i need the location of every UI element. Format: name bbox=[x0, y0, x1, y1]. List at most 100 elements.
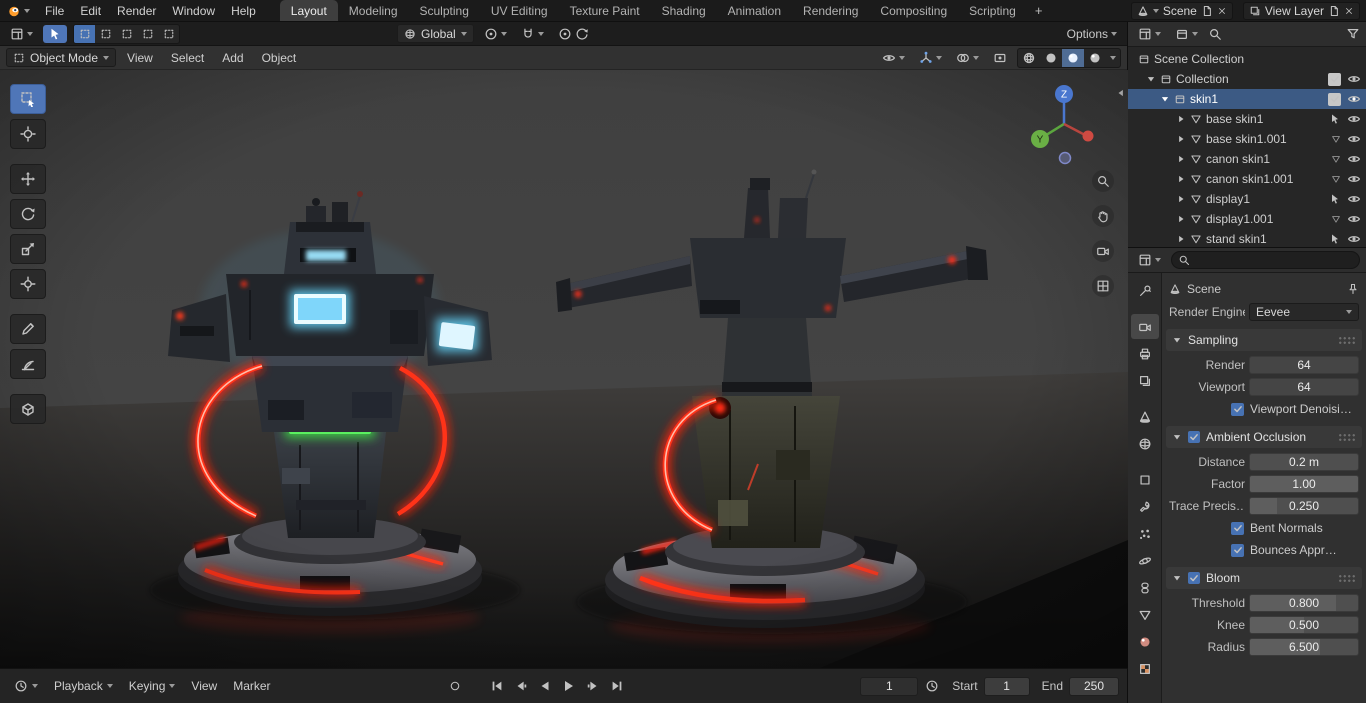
menu-help[interactable]: Help bbox=[223, 0, 264, 21]
pan-button[interactable] bbox=[1092, 205, 1114, 227]
shading-solid-button[interactable] bbox=[1040, 49, 1062, 67]
selectable-cursor-icon[interactable] bbox=[1329, 233, 1341, 245]
shading-rendered-button[interactable] bbox=[1084, 49, 1106, 67]
viewport-canvas[interactable]: Z Y bbox=[0, 70, 1128, 668]
render-engine-dropdown[interactable]: Eevee bbox=[1249, 303, 1359, 321]
tool-measure[interactable] bbox=[10, 349, 46, 379]
add-workspace-button[interactable]: + bbox=[1027, 0, 1051, 21]
properties-search-field[interactable] bbox=[1171, 251, 1360, 269]
samples-render-field[interactable]: 64 bbox=[1249, 356, 1359, 374]
disclosure-open-icon[interactable] bbox=[1160, 94, 1170, 104]
bloom-radius-slider[interactable]: 6.500 bbox=[1249, 638, 1359, 656]
tab-physics[interactable] bbox=[1131, 548, 1159, 573]
blender-menu-button[interactable] bbox=[0, 0, 37, 21]
ao-enable-checkbox[interactable] bbox=[1188, 431, 1200, 443]
tool-add-cube[interactable] bbox=[10, 394, 46, 424]
viewport-menu-add[interactable]: Add bbox=[215, 51, 250, 65]
menu-render[interactable]: Render bbox=[109, 0, 164, 21]
bounces-approx-checkbox[interactable] bbox=[1231, 543, 1244, 557]
bloom-knee-slider[interactable]: 0.500 bbox=[1249, 616, 1359, 634]
selectable-cursor-icon[interactable] bbox=[1329, 193, 1341, 205]
menu-window[interactable]: Window bbox=[164, 0, 223, 21]
gizmo-x-ball[interactable] bbox=[1082, 130, 1094, 142]
samples-viewport-field[interactable]: 64 bbox=[1249, 378, 1359, 396]
gizmo-minus-z-ball[interactable] bbox=[1058, 151, 1072, 165]
ao-factor-slider[interactable]: 1.00 bbox=[1249, 475, 1359, 493]
disclosure-closed-icon[interactable] bbox=[1176, 174, 1186, 184]
current-frame-field[interactable]: 1 bbox=[860, 676, 919, 696]
hide-eye-icon[interactable] bbox=[1347, 112, 1361, 126]
select-mode-extend[interactable] bbox=[95, 25, 116, 43]
camera-view-button[interactable] bbox=[1092, 240, 1114, 262]
tab-tool[interactable] bbox=[1131, 278, 1159, 303]
snapping-toggle[interactable] bbox=[517, 25, 548, 43]
tab-texture[interactable] bbox=[1131, 656, 1159, 681]
hide-eye-icon[interactable] bbox=[1347, 92, 1361, 106]
viewport-menu-object[interactable]: Object bbox=[255, 51, 304, 65]
tab-particles[interactable] bbox=[1131, 521, 1159, 546]
new-scene-icon[interactable] bbox=[1201, 5, 1213, 17]
frame-start-field[interactable]: 1 bbox=[983, 676, 1030, 696]
select-mode-subtract[interactable] bbox=[116, 25, 137, 43]
axis-gizmo[interactable]: Z Y bbox=[1026, 80, 1106, 166]
tab-shading[interactable]: Shading bbox=[651, 0, 717, 21]
tab-rendering[interactable]: Rendering bbox=[792, 0, 869, 21]
unlink-scene-icon[interactable] bbox=[1217, 6, 1227, 16]
tab-material[interactable] bbox=[1131, 629, 1159, 654]
disclosure-closed-icon[interactable] bbox=[1176, 214, 1186, 224]
outliner-row-skin1[interactable]: skin1 bbox=[1128, 89, 1366, 109]
tab-modeling[interactable]: Modeling bbox=[338, 0, 409, 21]
tab-sculpting[interactable]: Sculpting bbox=[409, 0, 480, 21]
pivot-point-dropdown[interactable] bbox=[480, 25, 511, 43]
tool-select-box[interactable] bbox=[10, 84, 46, 114]
mode-dropdown[interactable]: Object Mode bbox=[6, 48, 117, 67]
timeline-view-menu[interactable]: View bbox=[185, 679, 223, 693]
search-icon[interactable] bbox=[1208, 27, 1222, 41]
hide-eye-icon[interactable] bbox=[1347, 212, 1361, 226]
section-bloom[interactable]: Bloom bbox=[1166, 567, 1362, 589]
select-mode-set[interactable] bbox=[74, 24, 95, 43]
drag-grip[interactable] bbox=[1338, 432, 1356, 442]
selectable-cursor-icon[interactable] bbox=[1329, 113, 1341, 125]
tab-render[interactable] bbox=[1130, 314, 1159, 339]
collection-checkbox[interactable] bbox=[1328, 92, 1341, 106]
tool-scale[interactable] bbox=[10, 234, 46, 264]
play-button[interactable] bbox=[559, 677, 579, 695]
tab-texture-paint[interactable]: Texture Paint bbox=[559, 0, 651, 21]
disclosure-open-icon[interactable] bbox=[1146, 74, 1156, 84]
pin-wrapper[interactable] bbox=[1347, 283, 1359, 295]
ao-distance-field[interactable]: 0.2 m bbox=[1249, 453, 1359, 471]
next-keyframe-button[interactable] bbox=[583, 677, 603, 695]
view-layer-selector[interactable]: View Layer bbox=[1242, 1, 1360, 20]
tool-annotate[interactable] bbox=[10, 314, 46, 344]
bent-normals-checkbox[interactable] bbox=[1231, 521, 1244, 535]
timeline-editor-button[interactable] bbox=[8, 679, 44, 693]
filter-icon[interactable] bbox=[1346, 27, 1360, 41]
disclosure-closed-icon[interactable] bbox=[1176, 134, 1186, 144]
xray-toggle[interactable] bbox=[989, 49, 1011, 67]
tab-scene[interactable] bbox=[1131, 404, 1159, 429]
tool-transform[interactable] bbox=[10, 269, 46, 299]
zoom-button[interactable] bbox=[1092, 170, 1114, 192]
keying-menu[interactable]: Keying bbox=[123, 679, 182, 693]
viewport-menu-select[interactable]: Select bbox=[164, 51, 211, 65]
hide-eye-icon[interactable] bbox=[1347, 132, 1361, 146]
marker-menu[interactable]: Marker bbox=[227, 679, 276, 693]
outliner-row-collection[interactable]: Collection bbox=[1128, 69, 1366, 89]
sidebar-expand-button[interactable] bbox=[1116, 88, 1126, 98]
outliner-row-display1[interactable]: display1 bbox=[1128, 189, 1366, 209]
tab-view-layer[interactable] bbox=[1131, 368, 1159, 393]
disclosure-closed-icon[interactable] bbox=[1176, 154, 1186, 164]
outliner-row-base-skin1[interactable]: base skin1 bbox=[1128, 109, 1366, 129]
tab-uv-editing[interactable]: UV Editing bbox=[480, 0, 559, 21]
frame-end-field[interactable]: 250 bbox=[1069, 676, 1119, 696]
proportional-editing-toggle[interactable] bbox=[554, 25, 593, 43]
tool-rotate[interactable] bbox=[10, 199, 46, 229]
editor-type-button[interactable] bbox=[6, 25, 37, 43]
outliner-row-stand-skin1[interactable]: stand skin1 bbox=[1128, 229, 1366, 247]
section-ambient-occlusion[interactable]: Ambient Occlusion bbox=[1166, 426, 1362, 448]
play-reverse-button[interactable] bbox=[535, 677, 555, 695]
disclosure-closed-icon[interactable] bbox=[1176, 114, 1186, 124]
hide-eye-icon[interactable] bbox=[1347, 172, 1361, 186]
tab-compositing[interactable]: Compositing bbox=[869, 0, 958, 21]
